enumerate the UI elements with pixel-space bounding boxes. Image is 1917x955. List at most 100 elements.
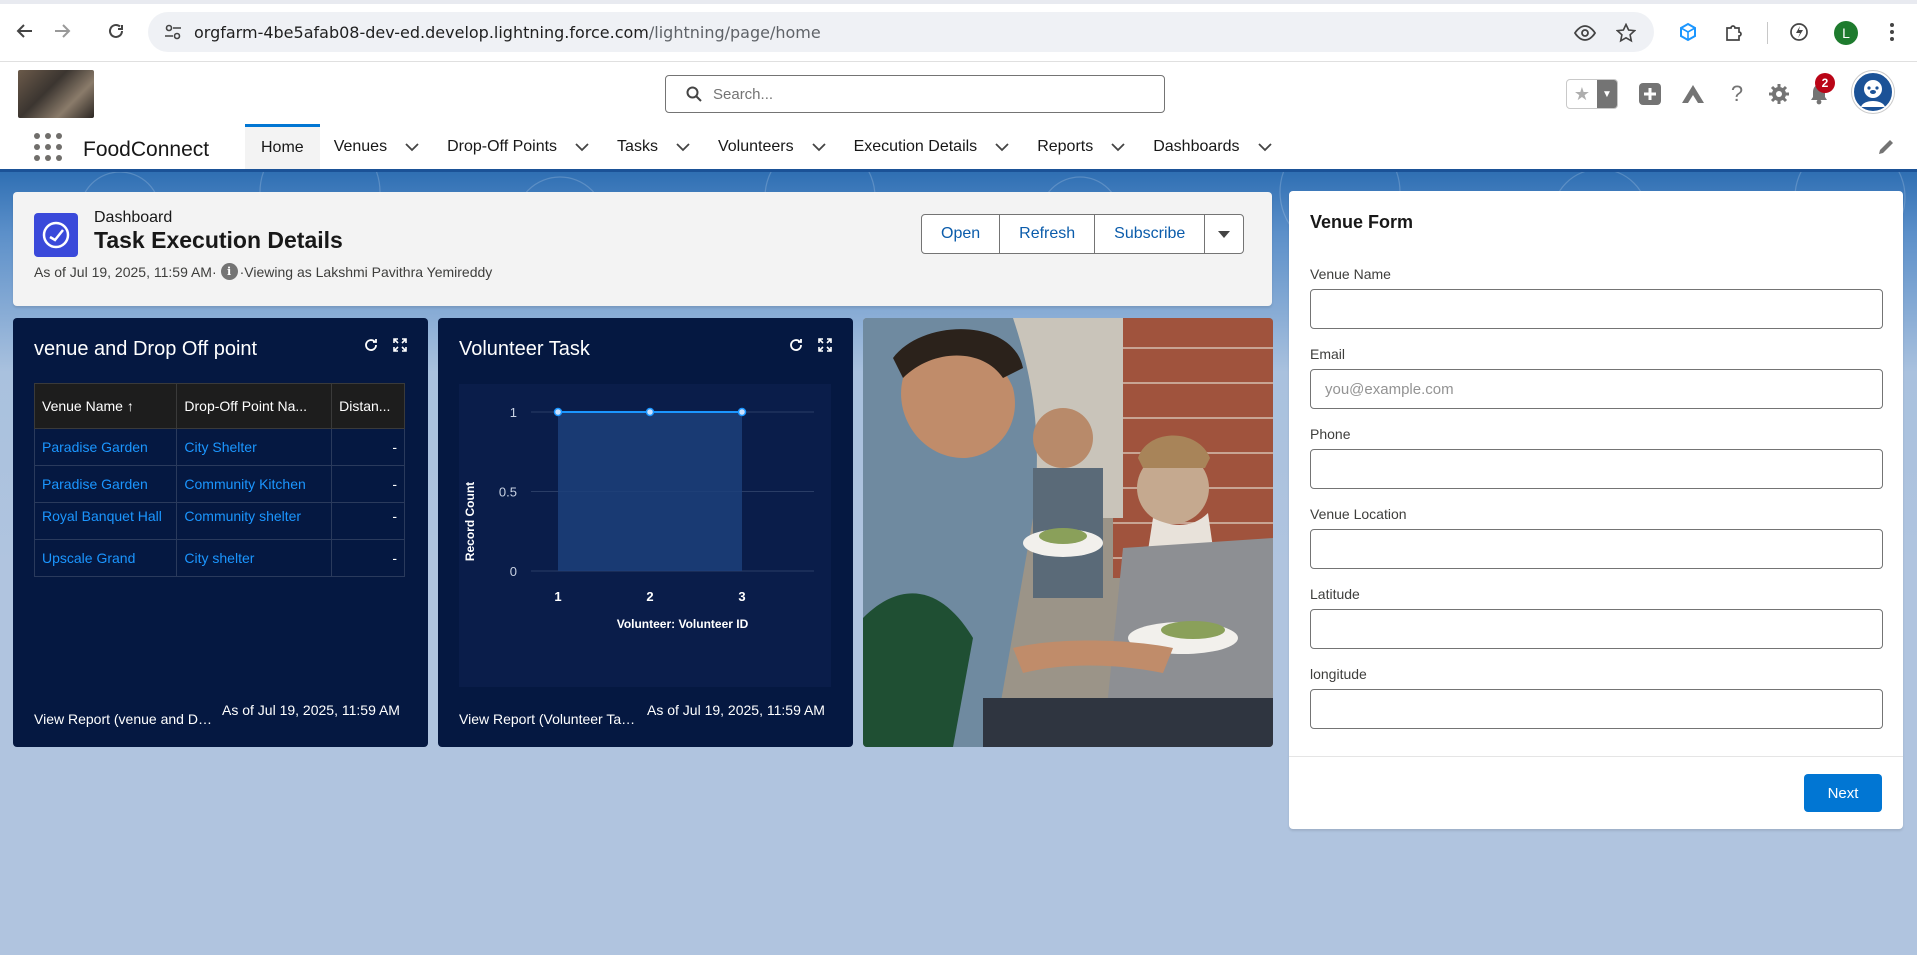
- subscribe-button[interactable]: Subscribe: [1095, 215, 1206, 253]
- venue-form-title: Venue Form: [1310, 212, 1414, 232]
- trailhead-icon[interactable]: [1679, 80, 1707, 108]
- expand-icon[interactable]: [816, 336, 834, 354]
- phone-input[interactable]: [1310, 449, 1883, 489]
- site-settings-icon[interactable]: [164, 24, 182, 40]
- dashboard-meta: As of Jul 19, 2025, 11:59 AM· i ·Viewing…: [34, 263, 492, 280]
- venue-location-field: Venue Location: [1310, 506, 1883, 569]
- table-row: Paradise Garden Community Kitchen -: [33, 465, 405, 503]
- performance-icon[interactable]: [1787, 20, 1811, 44]
- data-point: [737, 407, 747, 417]
- dropoff-link[interactable]: Community shelter: [176, 502, 333, 540]
- more-actions-dropdown[interactable]: [1205, 215, 1243, 253]
- distance-cell: -: [331, 428, 405, 466]
- eye-icon[interactable]: [1574, 22, 1596, 44]
- browser-profile-avatar[interactable]: L: [1834, 21, 1858, 45]
- longitude-input[interactable]: [1310, 689, 1883, 729]
- chevron-down-icon[interactable]: [1111, 142, 1125, 152]
- venue-link[interactable]: Upscale Grand: [33, 539, 178, 577]
- y-tick-label: 0.5: [499, 485, 517, 500]
- distance-cell: -: [331, 502, 405, 540]
- y-tick-label: 1: [510, 405, 517, 420]
- table-row: Paradise Garden City Shelter -: [33, 428, 405, 466]
- dashboard-type-label: Dashboard: [94, 209, 173, 226]
- help-icon[interactable]: ?: [1723, 80, 1751, 108]
- chevron-down-icon[interactable]: [575, 142, 589, 152]
- extensions-puzzle-icon[interactable]: [1722, 20, 1746, 44]
- refresh-button[interactable]: Refresh: [1000, 215, 1096, 253]
- nav-tab-dashboards[interactable]: Dashboards: [1139, 124, 1285, 169]
- field-label: Phone: [1310, 426, 1351, 442]
- chevron-down-icon[interactable]: [676, 142, 690, 152]
- column-header[interactable]: Venue Name ↑: [33, 383, 178, 429]
- setup-gear-icon[interactable]: [1765, 80, 1793, 108]
- global-search[interactable]: Search...: [665, 75, 1165, 113]
- reload-icon[interactable]: [103, 18, 129, 44]
- venue-link[interactable]: Paradise Garden: [33, 465, 178, 503]
- phone-field: Phone: [1310, 426, 1883, 489]
- column-header[interactable]: Distan...: [331, 383, 405, 429]
- user-avatar[interactable]: [1852, 71, 1894, 113]
- edit-nav-pencil-icon[interactable]: [1877, 138, 1895, 156]
- chevron-down-icon[interactable]: [1257, 142, 1272, 152]
- nav-tab-label: Tasks: [617, 137, 658, 155]
- nav-tab-tasks[interactable]: Tasks: [603, 124, 704, 169]
- venue-location-input[interactable]: [1310, 529, 1883, 569]
- nav-tab-execution-details[interactable]: Execution Details: [840, 124, 1024, 169]
- favorites-group[interactable]: ★ ▼: [1566, 79, 1618, 109]
- y-axis-label: Record Count: [463, 482, 477, 561]
- next-button[interactable]: Next: [1804, 774, 1882, 812]
- favorite-star-icon[interactable]: ★: [1567, 80, 1597, 108]
- latitude-input[interactable]: [1310, 609, 1883, 649]
- chevron-down-icon[interactable]: [811, 142, 826, 152]
- distance-cell: -: [331, 539, 405, 577]
- dropoff-link[interactable]: City shelter: [176, 539, 333, 577]
- venue-link[interactable]: Paradise Garden: [33, 428, 178, 466]
- info-icon[interactable]: i: [220, 263, 238, 280]
- dropoff-link[interactable]: Community Kitchen: [176, 465, 333, 503]
- widget-as-of: As of Jul 19, 2025, 11:59 AM: [647, 702, 825, 718]
- y-tick-label: 0: [510, 564, 517, 579]
- extension-cube-icon[interactable]: [1676, 20, 1700, 44]
- nav-tab-venues[interactable]: Venues: [320, 124, 433, 169]
- dashboard-title: Task Execution Details: [94, 227, 343, 253]
- venue-name-input[interactable]: [1310, 289, 1883, 329]
- field-label: Venue Name: [1310, 266, 1391, 282]
- open-button[interactable]: Open: [922, 215, 1001, 253]
- refresh-icon[interactable]: [362, 336, 380, 354]
- forward-icon[interactable]: [49, 18, 75, 44]
- chevron-down-icon[interactable]: [405, 142, 419, 152]
- favorites-dropdown-icon[interactable]: ▼: [1597, 80, 1617, 108]
- address-bar[interactable]: orgfarm-4be5afab08-dev-ed.develop.lightn…: [148, 12, 1654, 52]
- nav-tab-volunteers[interactable]: Volunteers: [704, 124, 840, 169]
- bookmark-star-icon[interactable]: [1615, 22, 1637, 44]
- column-header[interactable]: Drop-Off Point Na...: [176, 383, 333, 429]
- venue-form: Venue Form Venue Name Email Phone Venue …: [1289, 191, 1903, 829]
- global-create-icon[interactable]: [1636, 80, 1664, 108]
- app-launcher-icon[interactable]: [34, 133, 62, 161]
- nav-tab-home[interactable]: Home: [245, 124, 320, 169]
- view-report-link[interactable]: View Report (Volunteer Task): [459, 703, 639, 727]
- venue-link[interactable]: Royal Banquet Hall: [33, 502, 178, 540]
- field-label: Venue Location: [1310, 506, 1407, 522]
- volunteer-chart: 0 0.5 1 1 2 3 Volunteer: Volunteer ID Record Co…: [459, 384, 831, 687]
- dashboard-actions: Open Refresh Subscribe: [921, 214, 1245, 254]
- app-nav-bar: FoodConnect Home Venues Drop-Off Points Tas…: [0, 124, 1917, 172]
- view-report-link[interactable]: View Report (venue and Drop Off point): [34, 703, 214, 727]
- nav-tab-reports[interactable]: Reports: [1023, 124, 1139, 169]
- x-axis-label: Volunteer: Volunteer ID: [617, 617, 749, 631]
- email-input[interactable]: [1310, 369, 1883, 409]
- widget-title: venue and Drop Off point: [34, 338, 258, 360]
- nav-tab-label: Reports: [1037, 137, 1094, 155]
- refresh-icon[interactable]: [787, 336, 805, 354]
- dropoff-link[interactable]: City Shelter: [176, 428, 333, 466]
- browser-menu-icon[interactable]: [1880, 20, 1904, 44]
- back-icon[interactable]: [12, 18, 38, 44]
- org-logo[interactable]: [18, 70, 94, 118]
- longitude-field: longitude: [1310, 666, 1883, 729]
- browser-toolbar: orgfarm-4be5afab08-dev-ed.develop.lightn…: [0, 0, 1917, 62]
- nav-tab-drop-off-points[interactable]: Drop-Off Points: [433, 124, 603, 169]
- chevron-down-icon[interactable]: [995, 142, 1009, 152]
- nav-items: Home Venues Drop-Off Points Tasks Volunteers…: [245, 124, 1286, 169]
- nav-tab-label: Execution Details: [853, 137, 978, 155]
- expand-icon[interactable]: [391, 336, 409, 354]
